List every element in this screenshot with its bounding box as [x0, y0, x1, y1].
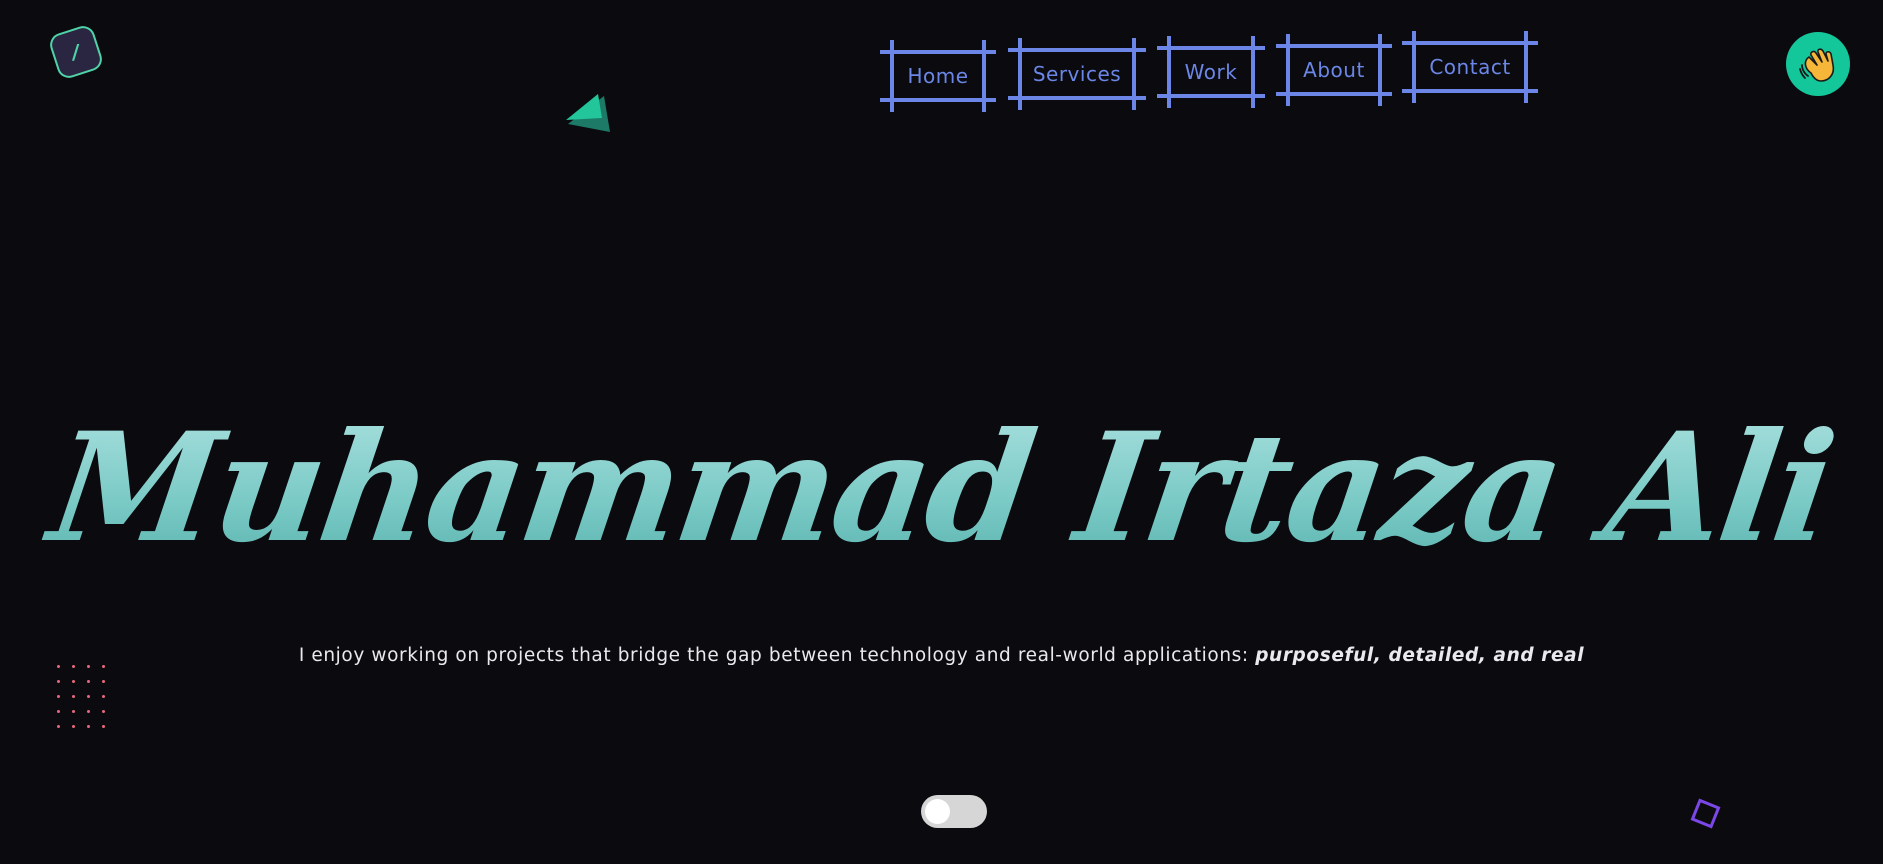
main-nav: Home Services Work About Contact: [0, 0, 1883, 120]
tagline-text: I enjoy working on projects that bridge …: [298, 644, 1256, 666]
toggle-knob: [925, 799, 950, 824]
waving-hand-icon: [1799, 48, 1835, 82]
nav-services-link[interactable]: Services: [1008, 38, 1146, 110]
nav-contact-link[interactable]: Contact: [1402, 31, 1538, 103]
theme-toggle[interactable]: [921, 795, 987, 828]
diamond-decoration-icon: [1690, 798, 1721, 829]
nav-contact-label: Contact: [1429, 55, 1511, 79]
nav-home-label: Home: [907, 64, 969, 88]
dot-grid-decoration: [57, 665, 106, 729]
tagline-emphasis: purposeful, detailed, and real: [1255, 644, 1585, 666]
nav-services-label: Services: [1032, 62, 1122, 86]
nav-work-link[interactable]: Work: [1157, 36, 1265, 108]
hero-name: Muhammad Irtaza Ali: [0, 400, 1883, 576]
nav-work-label: Work: [1184, 60, 1238, 84]
nav-home-link[interactable]: Home: [880, 40, 996, 112]
portfolio-page: / Home Services Work About Contact Muham…: [0, 0, 1883, 864]
avatar[interactable]: [1786, 32, 1850, 96]
nav-about-link[interactable]: About: [1276, 34, 1392, 106]
hero-tagline: I enjoy working on projects that bridge …: [0, 645, 1883, 666]
nav-about-label: About: [1303, 58, 1365, 82]
